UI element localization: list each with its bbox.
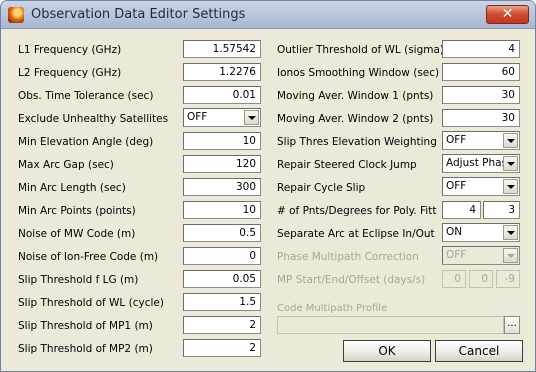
repair-cycle-slip-label: Repair Cycle Slip [277, 182, 366, 194]
min-arc-length-label: Min Arc Length (sec) [18, 182, 126, 194]
min-elevation-label: Min Elevation Angle (deg) [18, 136, 154, 148]
slip-elev-weighting-label: Slip Thres Elevation Weighting [277, 136, 437, 148]
exclude-unhealthy-select[interactable]: OFF [183, 108, 261, 127]
outlier-wl-field[interactable]: 4 [442, 40, 520, 58]
browse-button[interactable]: ... [504, 316, 520, 334]
l2-frequency-field[interactable]: 1.2276 [183, 63, 261, 81]
slip-flg-label: Slip Threshold f LG (m) [18, 274, 139, 286]
chevron-down-icon [503, 248, 518, 263]
min-elevation-field[interactable]: 10 [183, 132, 261, 150]
repair-clock-label: Repair Steered Clock Jump [277, 159, 417, 171]
window-title: Observation Data Editor Settings [31, 7, 246, 22]
l2-frequency-label: L2 Frequency (GHz) [18, 67, 122, 79]
title-bar[interactable]: Observation Data Editor Settings ✕ [1, 1, 535, 29]
phase-mp-correction-label: Phase Multipath Correction [277, 251, 419, 263]
repair-cycle-slip-select[interactable]: OFF [442, 177, 520, 196]
noise-ionfree-field[interactable]: 0 [183, 247, 261, 265]
slip-elev-weighting-select[interactable]: OFF [442, 131, 520, 150]
chevron-down-icon[interactable] [503, 156, 518, 171]
slip-mp1-label: Slip Threshold of MP1 (m) [18, 320, 153, 332]
poly-fit-label: # of Pnts/Degrees for Poly. Fitt [277, 205, 437, 217]
separate-arc-select[interactable]: ON [442, 223, 520, 242]
cancel-button[interactable]: Cancel [435, 340, 523, 362]
chevron-down-icon[interactable] [503, 179, 518, 194]
slip-wl-field[interactable]: 1.5 [183, 293, 261, 311]
poly-fit-points-field[interactable]: 4 [442, 201, 481, 219]
code-mp-profile-field [277, 316, 504, 334]
poly-fit-degrees-field[interactable]: 3 [483, 201, 520, 219]
iono-smoothing-field[interactable]: 60 [442, 63, 520, 81]
outlier-wl-label: Outlier Threshold of WL (sigma) [277, 44, 445, 56]
settings-dialog: Observation Data Editor Settings ✕ L1 Fr… [0, 0, 536, 372]
phase-mp-correction-value: OFF [446, 249, 467, 261]
mp-start-field: 0 [442, 270, 466, 288]
mp-end-field: 0 [469, 270, 493, 288]
code-mp-profile-label: Code Multipath Profile [277, 303, 388, 314]
slip-wl-label: Slip Threshold of WL (cycle) [18, 297, 164, 309]
l1-frequency-field[interactable]: 1.57542 [183, 40, 261, 58]
mp-offset-label: MP Start/End/Offset (days/s) [277, 274, 426, 286]
min-arc-length-field[interactable]: 300 [183, 178, 261, 196]
min-arc-points-label: Min Arc Points (points) [18, 205, 136, 217]
slip-mp1-field[interactable]: 2 [183, 316, 261, 334]
min-arc-points-field[interactable]: 10 [183, 201, 261, 219]
iono-smoothing-label: Ionos Smoothing Window (sec) [277, 67, 440, 79]
moving-avg1-label: Moving Aver. Window 1 (pnts) [277, 90, 434, 102]
separate-arc-label: Separate Arc at Eclipse In/Out [277, 228, 435, 240]
ok-button[interactable]: OK [343, 340, 431, 362]
mp-offset-field: -9 [496, 270, 520, 288]
exclude-unhealthy-label: Exclude Unhealthy Satellites [18, 113, 169, 125]
slip-flg-field[interactable]: 0.05 [183, 270, 261, 288]
chevron-down-icon[interactable] [503, 133, 518, 148]
obs-time-tolerance-field[interactable]: 0.01 [183, 86, 261, 104]
repair-clock-select[interactable]: Adjust Phase [442, 154, 520, 173]
separate-arc-value: ON [446, 226, 463, 238]
repair-cycle-slip-value: OFF [446, 180, 467, 192]
chevron-down-icon[interactable] [503, 225, 518, 240]
obs-time-tolerance-label: Obs. Time Tolerance (sec) [18, 90, 154, 102]
chevron-down-icon[interactable] [244, 110, 259, 125]
noise-mw-label: Noise of MW Code (m) [18, 228, 136, 240]
l1-frequency-label: L1 Frequency (GHz) [18, 44, 122, 56]
exclude-unhealthy-value: OFF [187, 111, 208, 123]
close-button[interactable]: ✕ [486, 5, 529, 24]
max-arc-gap-label: Max Arc Gap (sec) [18, 159, 114, 171]
moving-avg2-label: Moving Aver. Window 2 (pnts) [277, 113, 434, 125]
max-arc-gap-field[interactable]: 120 [183, 155, 261, 173]
noise-mw-field[interactable]: 0.5 [183, 224, 261, 242]
moving-avg1-field[interactable]: 30 [442, 86, 520, 104]
slip-elev-weighting-value: OFF [446, 134, 467, 146]
moving-avg2-field[interactable]: 30 [442, 109, 520, 127]
noise-ionfree-label: Noise of Ion-Free Code (m) [18, 251, 159, 263]
slip-mp2-label: Slip Threshold of MP2 (m) [18, 343, 153, 355]
app-icon [8, 7, 24, 23]
phase-mp-correction-select: OFF [442, 246, 520, 265]
slip-mp2-field[interactable]: 2 [183, 339, 261, 357]
